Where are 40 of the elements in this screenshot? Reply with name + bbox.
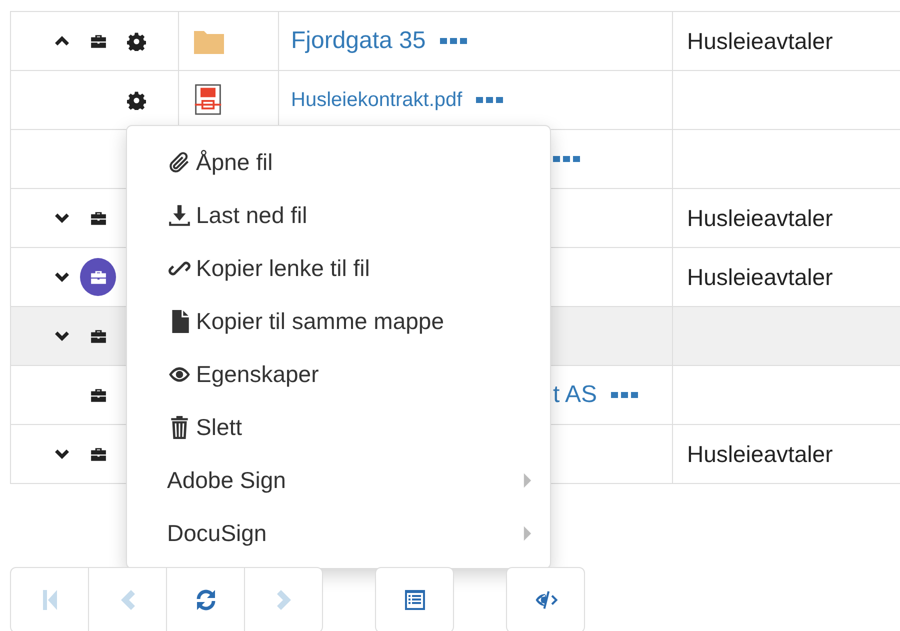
menu-item[interactable]: Last ned fil [127,189,550,242]
briefcase-icon[interactable] [90,34,106,48]
pager-button[interactable] [375,567,454,631]
menu-item[interactable]: Egenskaper [127,348,550,401]
more-icon[interactable] [440,37,468,45]
chevron-down-icon[interactable] [54,271,70,283]
briefcase-icon[interactable] [90,388,106,402]
menu-item[interactable]: Slett [127,401,550,454]
briefcase-icon[interactable] [90,446,106,462]
pdf-file-icon [193,84,223,116]
category-text: Husleieavtaler [686,204,833,230]
submenu-arrow-icon [523,526,532,541]
menu-item[interactable]: Åpne fil [127,136,550,189]
more-icon[interactable] [553,155,581,163]
menu-item[interactable]: Kopier lenke til fil [127,242,550,295]
gear-icon[interactable] [126,90,146,110]
gear-icon[interactable] [126,32,146,50]
submenu-item[interactable]: DocuSign [127,507,550,560]
hidden-code-icon [534,588,558,612]
category-text: Husleieavtaler [686,440,833,466]
file-link[interactable]: t AS [553,381,598,409]
pager-button[interactable] [506,567,585,631]
chevron-down-icon[interactable] [54,330,70,342]
list-icon [402,588,426,612]
download-icon [167,203,192,228]
menu-item[interactable]: Kopier til samme mappe [127,295,550,348]
chevron-down-icon[interactable] [54,212,70,224]
briefcase-badge[interactable] [80,258,116,296]
file-link[interactable]: Fjordgata 35 [291,27,426,55]
briefcase-icon[interactable] [90,210,106,226]
category-text: Husleieavtaler [686,28,833,54]
more-icon[interactable] [611,391,640,399]
chevron-up-icon[interactable] [54,35,70,47]
submenu-arrow-icon [523,473,532,488]
submenu-item[interactable]: Adobe Sign [127,454,550,507]
chevron-down-icon[interactable] [54,448,70,460]
briefcase-icon[interactable] [90,328,106,344]
category-text: Husleieavtaler [686,264,833,290]
file-link[interactable]: Husleiekontrakt.pdf [291,88,462,112]
more-icon[interactable] [476,96,504,104]
